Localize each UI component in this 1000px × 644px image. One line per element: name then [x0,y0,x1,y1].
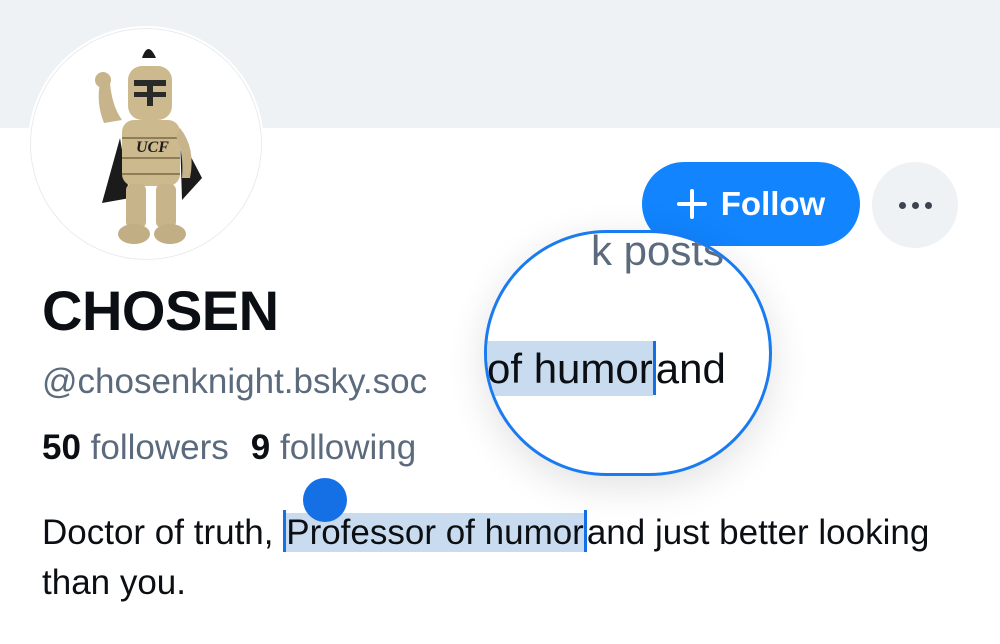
profile-stats: 50 followers 9 following [42,428,416,468]
more-options-button[interactable] [872,162,958,248]
magnifier-selected-text: of humor [487,341,653,396]
svg-text:UCF: UCF [136,139,169,156]
text-magnifier-loupe: k posts of humorand [484,230,772,476]
avatar[interactable]: UCF [28,26,264,262]
followers-count: 50 [42,428,81,467]
magnifier-top-text: k posts [591,230,725,274]
plus-icon [676,189,707,219]
followers-label: followers [90,428,229,467]
selection-handle-icon[interactable] [303,478,347,522]
following-label: following [279,428,417,467]
profile-bio[interactable]: Doctor of truth, Professor of humorand j… [42,508,962,608]
more-dots-icon [898,201,932,209]
magnifier-after-text: and [655,345,726,392]
bio-text-before: Doctor of truth, [42,513,284,552]
following-count: 9 [250,428,271,467]
follow-label: Follow [720,185,826,222]
following-link[interactable]: 9 following [251,428,416,467]
knight-mascot-image: UCF [95,49,202,244]
followers-link[interactable]: 50 followers [42,428,229,467]
display-name: CHOSEN [42,279,279,342]
profile-handle[interactable]: @chosenknight.bsky.soc [42,362,427,402]
magnifier-text: of humorand [487,341,726,396]
